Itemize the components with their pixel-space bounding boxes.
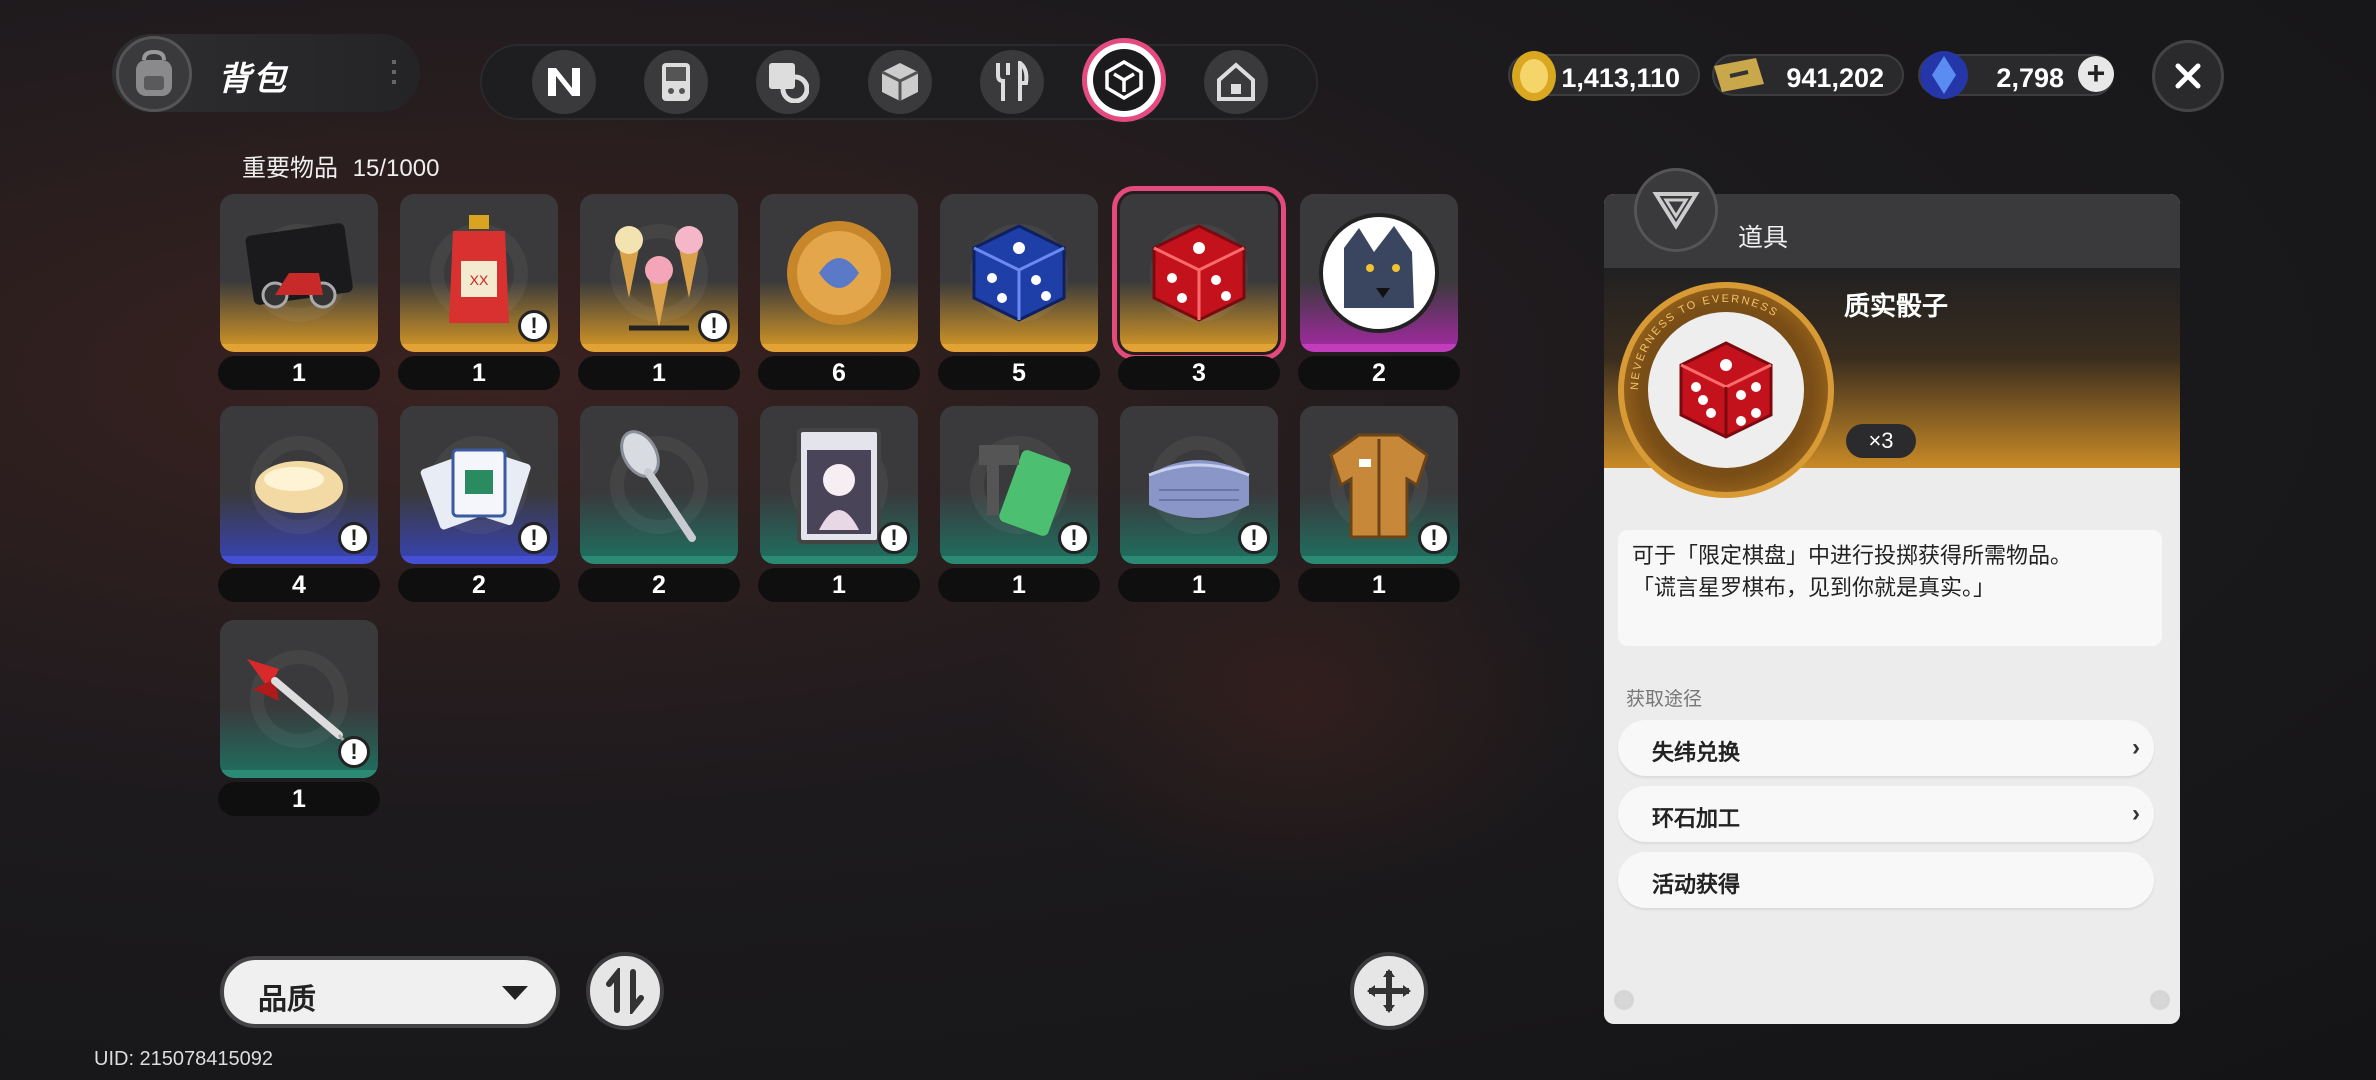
description-line: 可于「限定棋盘」中进行投掷获得所需物品。 xyxy=(1632,543,2073,568)
item-slot-ice-cream-stand[interactable]: ! xyxy=(580,194,738,352)
red-dice-icon xyxy=(1679,341,1773,439)
sources-title: 获取途径 xyxy=(1626,689,1703,710)
item-count: 2 xyxy=(398,568,560,602)
corner-decoration xyxy=(2150,990,2170,1010)
backpack-icon xyxy=(116,36,192,112)
ticket-amount: 941,202 xyxy=(1786,63,1884,93)
tab-food-icon[interactable] xyxy=(980,50,1044,114)
divider-dots xyxy=(392,60,396,86)
source-label: 环石加工 xyxy=(1652,806,1741,831)
chevron-down-icon xyxy=(502,986,528,1000)
item-slot-scooter-card[interactable] xyxy=(220,194,378,352)
alert-icon: ! xyxy=(338,736,370,768)
source-exchange[interactable]: 失纬兑换 › xyxy=(1618,720,2154,776)
detail-category: 道具 xyxy=(1738,224,1789,252)
item-name: 质实骰子 xyxy=(1844,291,1949,321)
tab-console-icon[interactable] xyxy=(644,50,708,114)
item-slot-figure-box[interactable]: ! xyxy=(760,406,918,564)
item-count: 3 xyxy=(1118,356,1280,390)
alert-icon: ! xyxy=(878,522,910,554)
gold-amount: 1,413,110 xyxy=(1561,63,1680,93)
corner-decoration xyxy=(1614,990,1634,1010)
sort-arrows-icon xyxy=(606,968,644,1014)
item-slot-card-pile[interactable]: ! xyxy=(400,406,558,564)
gem-amount: 2,798 xyxy=(1996,63,2064,93)
item-description: 可于「限定棋盘」中进行投掷获得所需物品。 「谎言星罗棋布，见到你就是真实。」 xyxy=(1618,530,2162,646)
tab-disk-icon[interactable] xyxy=(756,50,820,114)
alert-icon: ! xyxy=(518,310,550,342)
item-slot-spoon[interactable] xyxy=(580,406,738,564)
item-count: 2 xyxy=(578,568,740,602)
item-count: 1 xyxy=(578,356,740,390)
item-slot-tag-key[interactable]: ! xyxy=(940,406,1098,564)
item-count: 5 xyxy=(938,356,1100,390)
wolf-portrait-icon xyxy=(1300,194,1458,352)
item-count: 6 xyxy=(758,356,920,390)
user-id: UID: 215078415092 xyxy=(94,1048,274,1070)
item-count: 2 xyxy=(1298,356,1460,390)
gold-coin-icon xyxy=(1512,51,1556,101)
source-label: 失纬兑换 xyxy=(1652,740,1741,765)
item-slot-work-jacket[interactable]: ! xyxy=(1300,406,1458,564)
tab-key-items-icon[interactable] xyxy=(1082,38,1166,122)
inventory-capacity: 15/1000 xyxy=(352,155,440,182)
description-line: 「谎言星罗棋布，见到你就是真实。」 xyxy=(1632,575,1996,600)
chevron-right-icon: › xyxy=(2132,734,2140,761)
gem-icon xyxy=(1920,51,1968,99)
spoon-icon xyxy=(580,406,738,564)
currency-ticket: 941,202 xyxy=(1712,54,1904,96)
page-title: 背包 xyxy=(218,60,288,97)
item-slot-blue-dice[interactable] xyxy=(940,194,1098,352)
item-count: 1 xyxy=(758,568,920,602)
currency-gold: 1,413,110 xyxy=(1508,51,1700,101)
item-count: 1 xyxy=(398,356,560,390)
item-count: 1 xyxy=(218,356,380,390)
source-event[interactable]: 活动获得 xyxy=(1618,852,2154,908)
close-icon xyxy=(2175,63,2201,89)
item-slot-soap-bar[interactable]: ! xyxy=(220,406,378,564)
item-count: 4 xyxy=(218,568,380,602)
item-slot-dart[interactable]: ! xyxy=(220,620,378,778)
ticket-icon xyxy=(1714,58,1764,92)
inventory-count: 重要物品 15/1000 xyxy=(242,148,439,183)
close-button[interactable] xyxy=(2152,40,2224,112)
alert-icon: ! xyxy=(1418,522,1450,554)
gold-coin-icon xyxy=(760,194,918,352)
detail-category-icon xyxy=(1634,168,1718,252)
item-count: 1 xyxy=(218,782,380,816)
item-quantity: ×3 xyxy=(1846,424,1916,458)
red-dice-icon xyxy=(1120,194,1278,352)
item-count: 1 xyxy=(938,568,1100,602)
item-slot-folded-towel[interactable]: ! xyxy=(1120,406,1278,564)
alert-icon: ! xyxy=(338,522,370,554)
tab-home-icon[interactable] xyxy=(1204,50,1268,114)
alert-icon: ! xyxy=(1058,522,1090,554)
item-slot-gold-coin[interactable] xyxy=(760,194,918,352)
sort-order-button[interactable] xyxy=(586,952,664,1030)
item-count: 1 xyxy=(1298,568,1460,602)
tab-box-icon[interactable] xyxy=(868,50,932,114)
alert-icon: ! xyxy=(1238,522,1270,554)
source-crafting[interactable]: 环石加工 › xyxy=(1618,786,2154,842)
add-gem-button[interactable]: + xyxy=(2078,56,2114,92)
blue-dice-icon xyxy=(940,194,1098,352)
sort-label: 品质 xyxy=(258,984,317,1016)
item-slot-drink-pouch[interactable]: XX! xyxy=(400,194,558,352)
inventory-label: 重要物品 xyxy=(242,155,338,182)
selected-item-image xyxy=(1648,312,1804,468)
tab-n-icon[interactable] xyxy=(532,50,596,114)
item-slot-red-dice[interactable] xyxy=(1112,186,1286,360)
alert-icon: ! xyxy=(518,522,550,554)
chevron-right-icon: › xyxy=(2132,800,2140,827)
cross-arrows-icon xyxy=(1367,969,1411,1013)
svg-text:XX: XX xyxy=(470,272,489,288)
alert-icon: ! xyxy=(698,310,730,342)
expand-button[interactable] xyxy=(1350,952,1428,1030)
item-slot-wolf-portrait[interactable] xyxy=(1300,194,1458,352)
scooter-card-icon xyxy=(220,194,378,352)
item-count: 1 xyxy=(1118,568,1280,602)
source-label: 活动获得 xyxy=(1652,872,1741,897)
